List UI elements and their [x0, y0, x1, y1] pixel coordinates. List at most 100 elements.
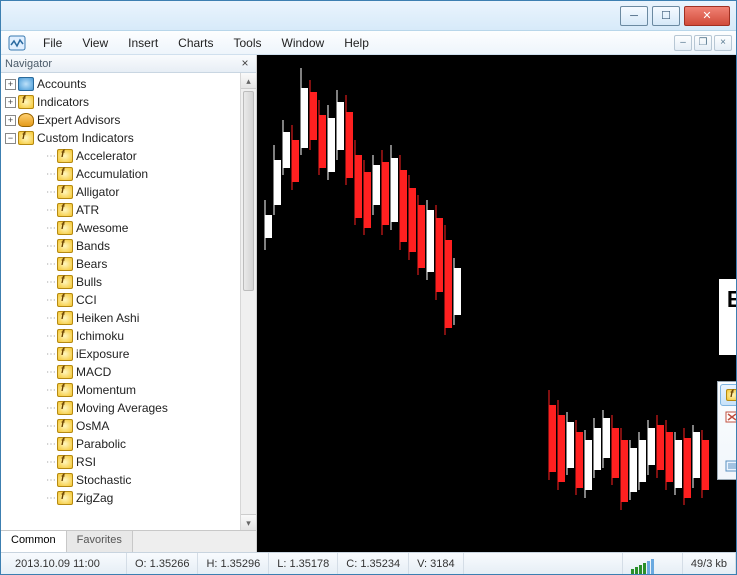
menu-charts[interactable]: Charts — [168, 34, 223, 52]
menubar: File View Insert Charts Tools Window Hel… — [1, 31, 736, 55]
status-volume: V: 3184 — [409, 553, 464, 574]
tree-item-label: Stochastic — [76, 473, 131, 487]
tree-item-label: MACD — [76, 365, 111, 379]
tree-item-bears[interactable]: ⋯Bears — [1, 255, 240, 273]
menu-view[interactable]: View — [72, 34, 118, 52]
tree-item-macd[interactable]: ⋯ MACD — [1, 363, 240, 381]
status-close: C: 1.35234 — [338, 553, 409, 574]
indicator-icon — [57, 239, 73, 253]
tree-item-iexposure[interactable]: ⋯iExposure — [1, 345, 240, 363]
indicator-icon — [57, 383, 73, 397]
indicator-icon — [57, 347, 73, 361]
scroll-up-icon[interactable]: ▴ — [241, 73, 256, 89]
tree-item-label: Accumulation — [76, 167, 148, 181]
status-datetime: 2013.10.09 11:00 — [7, 553, 127, 574]
tree-item-accelerator[interactable]: ⋯Accelerator — [1, 147, 240, 165]
tree-item-osma[interactable]: ⋯OsMA — [1, 417, 240, 435]
indicator-icon — [57, 185, 73, 199]
navigator-panel: Navigator × +Accounts+Indicators+Expert … — [1, 55, 257, 552]
indicator-icon — [57, 329, 73, 343]
scroll-down-icon[interactable]: ▾ — [241, 514, 256, 530]
statusbar: 2013.10.09 11:00 O: 1.35266 H: 1.35296 L… — [1, 552, 736, 574]
tree-item-label: Indicators — [37, 95, 89, 109]
close-button[interactable]: ✕ — [684, 6, 730, 26]
indicators-list-icon — [722, 458, 736, 474]
menu-window[interactable]: Window — [272, 34, 335, 52]
indicator-icon — [57, 203, 73, 217]
navigator-close-button[interactable]: × — [238, 57, 252, 71]
chart-area[interactable]: Edit Indicator Heiken Ashi properties...… — [257, 55, 736, 552]
tab-favorites[interactable]: Favorites — [67, 531, 133, 552]
cm-item-properties[interactable]: Heiken Ashi properties... — [720, 384, 736, 406]
tree-connector-icon: ⋯ — [45, 367, 57, 378]
tree-item-custom-indicators[interactable]: −Custom Indicators — [1, 129, 240, 147]
titlebar: ─ ☐ ✕ — [1, 1, 736, 31]
context-menu: Heiken Ashi properties... Delete Indicat… — [717, 381, 736, 480]
maximize-button[interactable]: ☐ — [652, 6, 680, 26]
app-icon — [7, 34, 27, 52]
tree-item-bulls[interactable]: ⋯Bulls — [1, 273, 240, 291]
mdi-close-button[interactable]: × — [714, 35, 732, 51]
annotation-callout: Edit Indicator — [717, 277, 736, 357]
tree-toggle-icon[interactable]: + — [5, 79, 16, 90]
menu-file[interactable]: File — [33, 34, 72, 52]
cm-item-delete-window: Delete Indicator Window — [720, 428, 736, 450]
status-low: L: 1.35178 — [269, 553, 338, 574]
tree-item-indicators[interactable]: + Indicators — [1, 93, 240, 111]
tree-item-label: CCI — [76, 293, 97, 307]
tree-item-cci[interactable]: ⋯CCI — [1, 291, 240, 309]
tree-item-zigzag[interactable]: ⋯ZigZag — [1, 489, 240, 507]
tree-item-accounts[interactable]: +Accounts — [1, 75, 240, 93]
tree-item-label: Bands — [76, 239, 110, 253]
tree-connector-icon: ⋯ — [45, 169, 57, 180]
menu-tools[interactable]: Tools — [224, 34, 272, 52]
tree-item-label: Bulls — [76, 275, 102, 289]
tree-toggle-icon[interactable]: + — [5, 115, 16, 126]
tree-item-awesome[interactable]: ⋯Awesome — [1, 219, 240, 237]
tree-connector-icon: ⋯ — [45, 439, 57, 450]
tree-item-label: Bears — [76, 257, 107, 271]
tree-folder-icon — [18, 95, 34, 109]
minimize-button[interactable]: ─ — [620, 6, 648, 26]
tree-item-label: Moving Averages — [76, 401, 168, 415]
navigator-tree[interactable]: +Accounts+Indicators+Expert Advisors−Cus… — [1, 73, 240, 530]
indicator-icon — [57, 167, 73, 181]
tree-item-stochastic[interactable]: ⋯Stochastic — [1, 471, 240, 489]
tree-item-bands[interactable]: ⋯Bands — [1, 237, 240, 255]
tree-item-momentum[interactable]: ⋯Momentum — [1, 381, 240, 399]
navigator-title: Navigator — [5, 58, 52, 70]
tree-connector-icon: ⋯ — [45, 385, 57, 396]
mdi-buttons: – ❐ × — [674, 35, 736, 51]
tree-toggle-icon[interactable]: + — [5, 97, 16, 108]
tree-item-accumulation[interactable]: ⋯ Accumulation — [1, 165, 240, 183]
tree-item-atr[interactable]: ⋯ATR — [1, 201, 240, 219]
tree-item-heiken-ashi[interactable]: ⋯Heiken Ashi — [1, 309, 240, 327]
tree-item-label: iExposure — [76, 347, 129, 361]
status-spacer — [464, 553, 623, 574]
tab-common[interactable]: Common — [1, 531, 67, 552]
tree-item-ichimoku[interactable]: ⋯Ichimoku — [1, 327, 240, 345]
tree-item-label: Expert Advisors — [37, 113, 120, 127]
indicator-icon — [57, 473, 73, 487]
tree-item-expert-advisors[interactable]: + Expert Advisors — [1, 111, 240, 129]
menu-insert[interactable]: Insert — [118, 34, 168, 52]
indicator-icon — [57, 311, 73, 325]
tree-item-parabolic[interactable]: ⋯Parabolic — [1, 435, 240, 453]
cm-item-indicators-list[interactable]: Indicators List Ctrl+I — [720, 455, 736, 477]
cm-item-delete[interactable]: Delete Indicator — [720, 406, 736, 428]
menu-help[interactable]: Help — [334, 34, 379, 52]
navigator-scrollbar[interactable]: ▴ ▾ — [240, 73, 256, 530]
tree-item-moving-averages[interactable]: ⋯Moving Averages — [1, 399, 240, 417]
indicator-icon — [57, 365, 73, 379]
tree-folder-icon — [18, 131, 34, 145]
indicator-icon — [57, 293, 73, 307]
tree-toggle-icon[interactable]: − — [5, 133, 16, 144]
tree-item-label: RSI — [76, 455, 96, 469]
mdi-minimize-button[interactable]: – — [674, 35, 692, 51]
status-traffic: 49/3 kb — [683, 553, 736, 574]
tree-item-rsi[interactable]: ⋯RSI — [1, 453, 240, 471]
scroll-thumb[interactable] — [243, 91, 254, 291]
indicator-icon — [57, 437, 73, 451]
tree-item-alligator[interactable]: ⋯Alligator — [1, 183, 240, 201]
mdi-restore-button[interactable]: ❐ — [694, 35, 712, 51]
